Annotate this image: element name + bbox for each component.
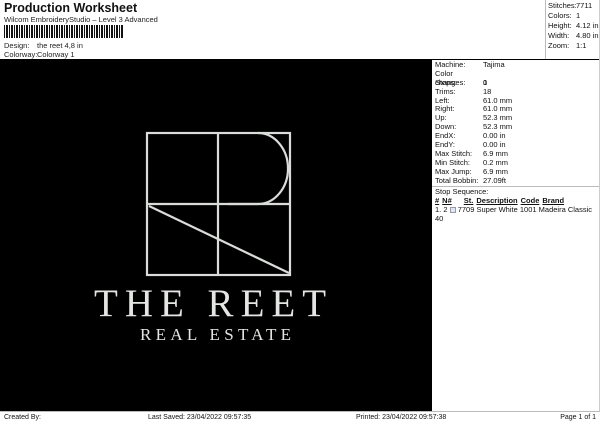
detail-value: Tajima xyxy=(483,60,505,69)
detail-row: Down: 52.3 mm xyxy=(432,122,599,132)
stat-label: Zoom: xyxy=(548,41,570,50)
detail-value: 52.3 mm xyxy=(483,113,513,123)
stat-label: Stitches: xyxy=(548,1,577,10)
stop-sequence-title: Stop Sequence: xyxy=(435,187,489,197)
colorway-row: Colorway:Colorway 1 xyxy=(4,50,75,59)
detail-value: 6.9 mm xyxy=(483,148,509,158)
stat-label: Colors: xyxy=(548,11,572,20)
detail-value: 61.0 mm xyxy=(483,104,513,114)
needle-num: 2 xyxy=(443,205,448,215)
design-preview: THE REET REAL ESTATE xyxy=(0,59,432,411)
stat-value: 4.12 in xyxy=(576,21,599,30)
footer: Created By: Last Saved: 23/04/2022 09:57… xyxy=(0,411,600,424)
printed-date: Printed: 23/04/2022 09:57:38 xyxy=(356,414,447,421)
detail-row: Up: 52.3 mm xyxy=(432,113,599,123)
detail-value: 0.2 mm xyxy=(483,157,509,167)
detail-value: 0.00 in xyxy=(483,131,506,141)
detail-value: 0.00 in xyxy=(483,140,506,150)
detail-label: Total Bobbin: xyxy=(435,175,479,185)
col-header: Brand xyxy=(542,196,565,206)
detail-value: 52.3 mm xyxy=(483,122,513,132)
detail-row: Stops: 1 xyxy=(432,77,599,88)
stat-row: Height: 4.12 in xyxy=(548,21,599,31)
colorway-label: Colorway: xyxy=(4,50,38,59)
stat-row: Stitches:7711 xyxy=(548,1,599,11)
detail-row: Total Bobbin: 27.09ft xyxy=(432,175,599,186)
barcode xyxy=(4,25,124,38)
col-header: # xyxy=(435,196,440,206)
stat-value: 1 xyxy=(576,11,581,20)
stat-value: 7711 xyxy=(576,1,593,10)
colorway-value: Colorway 1 xyxy=(37,50,75,59)
col-header: Description xyxy=(476,196,518,206)
stat-value: 1:1 xyxy=(576,41,587,50)
stat-label: Height: xyxy=(548,21,572,30)
detail-row: Machine: Tajima xyxy=(432,60,599,70)
detail-value: 61.0 mm xyxy=(483,95,513,105)
col-header: Code xyxy=(520,196,540,206)
detail-value: 18 xyxy=(483,86,492,96)
thread-code: 1001 xyxy=(519,205,537,215)
software-name: Wilcom EmbroideryStudio – Level 3 Advanc… xyxy=(4,15,158,24)
table-row: 1. 2 7709 Super White 1001 Madeira Class… xyxy=(435,205,599,223)
col-header: St. xyxy=(463,196,474,206)
logo-mark xyxy=(145,131,292,277)
stop-sequence-header: # N# St. Description Code Brand xyxy=(435,196,599,205)
thread-description: Super White xyxy=(476,205,518,215)
stats-box: Stitches:7711 Colors: 1 Height: 4.12 in Wi… xyxy=(545,0,600,59)
stat-row: Colors: 1 xyxy=(548,11,599,21)
logo-title: THE REET xyxy=(94,282,334,325)
detail-value: 6.9 mm xyxy=(483,166,509,176)
detail-row: Right: 61.0 mm xyxy=(432,105,599,114)
detail-row: Trims: 18 xyxy=(432,86,599,97)
detail-row: Left: 61.0 mm xyxy=(432,95,599,106)
logo-subtitle: REAL ESTATE xyxy=(140,325,296,344)
detail-value: 1 xyxy=(483,77,488,87)
design-value: the reet 4,8 in xyxy=(37,41,83,50)
detail-value: 27.09ft xyxy=(483,175,506,185)
stat-row: Zoom: 1:1 xyxy=(548,41,599,51)
last-saved: Last Saved: 23/04/2022 09:57:35 xyxy=(148,414,252,421)
detail-row: Color changes: 0 xyxy=(432,69,599,87)
created-by: Created By: xyxy=(4,414,41,421)
row-num: 1. xyxy=(435,205,442,215)
stat-row: Width: 4.80 in xyxy=(548,31,599,41)
design-row: Design: the reet 4,8 in xyxy=(4,41,83,50)
stat-value: 4.80 in xyxy=(576,31,599,40)
color-swatch xyxy=(449,207,456,214)
stat-label: Width: xyxy=(548,31,570,40)
design-label: Design: xyxy=(4,41,30,50)
page-title: Production Worksheet xyxy=(4,1,138,15)
details-panel: Machine: Tajima Color changes: 0 Stops: 1 T… xyxy=(432,59,600,411)
detail-row: EndX: 0.00 in xyxy=(432,131,599,141)
stop-sequence: Stop Sequence: # N# St. Description Code Bran… xyxy=(432,186,599,223)
col-header: N# xyxy=(442,196,452,206)
stitch-count: 7709 xyxy=(457,205,475,215)
page-number: Page 1 of 1 xyxy=(560,414,596,421)
